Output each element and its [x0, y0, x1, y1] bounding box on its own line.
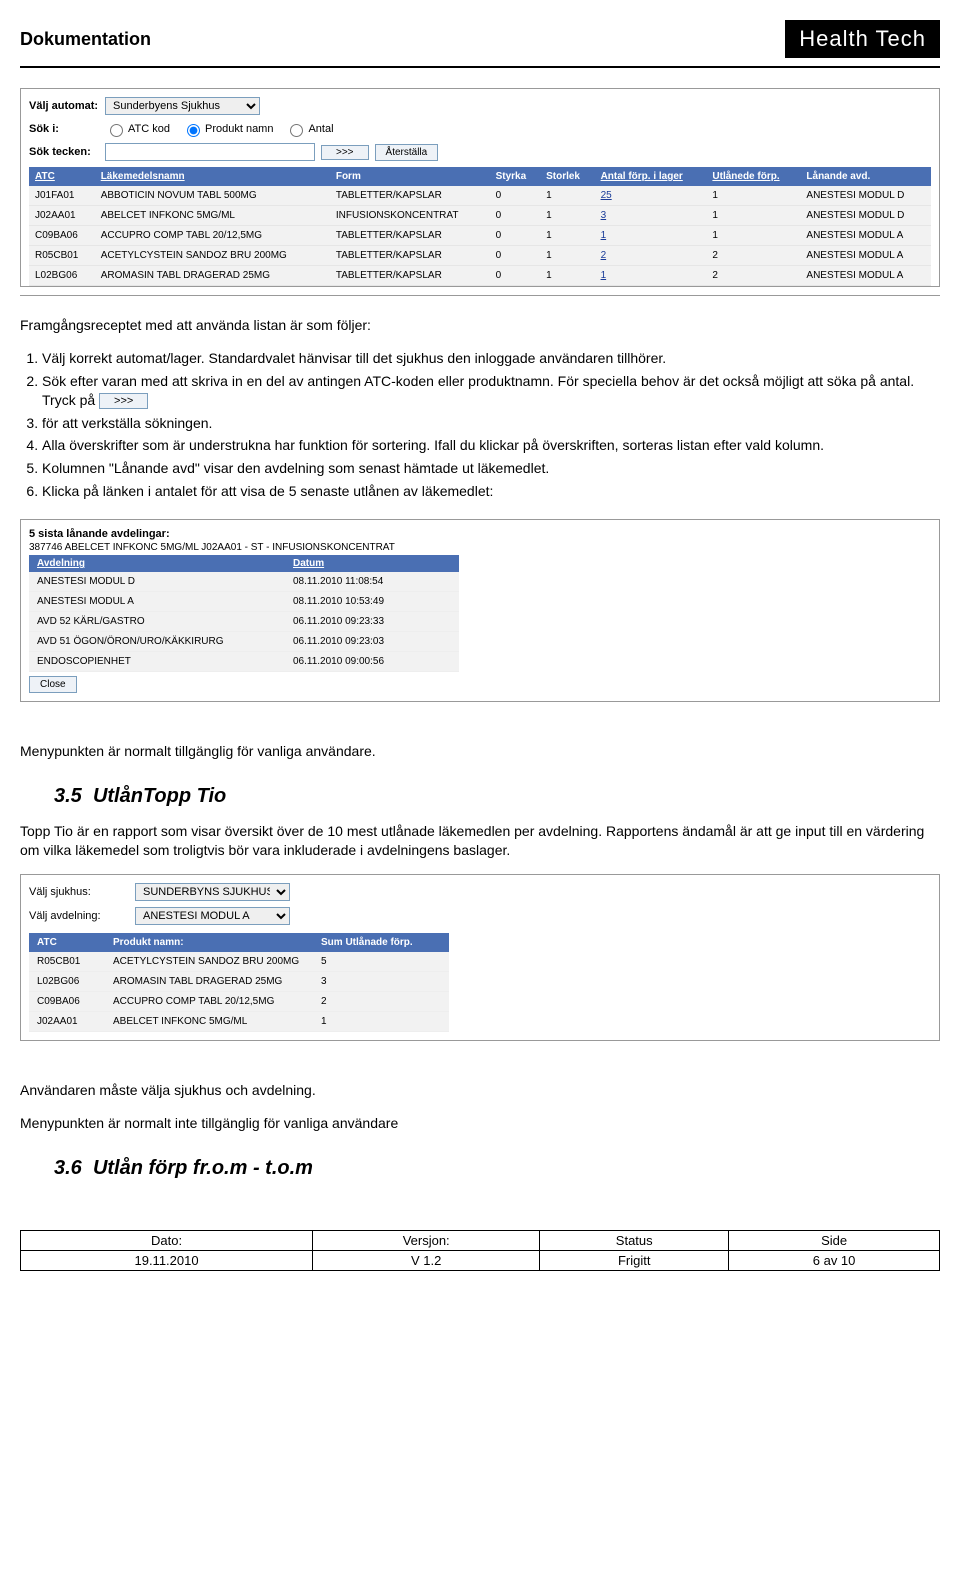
table-row: R05CB01ACETYLCYSTEIN SANDOZ BRU 200MG5: [29, 952, 449, 972]
loan-history-table: Avdelning Datum ANESTESI MODUL D08.11.20…: [29, 555, 459, 672]
table-row: ANESTESI MODUL A08.11.2010 10:53:49: [29, 592, 459, 612]
page-footer: Dato: Versjon: Status Side 19.11.2010 V …: [20, 1230, 940, 1271]
loan-history-item: 387746 ABELCET INFKONC 5MG/ML J02AA01 - …: [29, 542, 931, 553]
ftr-status-lbl: Status: [540, 1230, 729, 1250]
app-search-panel: Välj automat: Sunderbyens Sjukhus Sök i:…: [20, 88, 940, 287]
antal-link[interactable]: 2: [601, 250, 607, 261]
section-3-5-heading: 3.5 UtlånTopp Tio: [54, 785, 940, 808]
top10-panel: Välj sjukhus: SUNDERBYNS SJUKHUS Välj av…: [20, 874, 940, 1041]
table-row: ENDOSCOPIENHET06.11.2010 09:00:56: [29, 652, 459, 672]
loan-history-title: 5 sista lånande avdelingar:: [29, 528, 931, 540]
close-button[interactable]: Close: [29, 676, 77, 693]
ftr-version-lbl: Versjon:: [313, 1230, 540, 1250]
table-row: C09BA06ACCUPRO COMP TABL 20/12,5MGTABLET…: [29, 226, 931, 246]
antal-link[interactable]: 1: [601, 230, 607, 241]
ftr-side-val: 6 av 10: [729, 1250, 940, 1270]
automat-select[interactable]: Sunderbyens Sjukhus: [105, 97, 260, 115]
table-row: ANESTESI MODUL D08.11.2010 11:08:54: [29, 572, 459, 592]
table-row: AVD 52 KÄRL/GASTRO06.11.2010 09:23:33: [29, 612, 459, 632]
ftr-side-lbl: Side: [729, 1230, 940, 1250]
section-3-6-heading: 3.6 Utlån förp fr.o.m - t.o.m: [54, 1157, 940, 1180]
go-button[interactable]: >>>: [321, 145, 369, 160]
step-3: för att verkställa sökningen.: [42, 414, 940, 433]
search-input[interactable]: [105, 143, 315, 161]
step-1: Välj korrekt automat/lager. Standardvale…: [42, 349, 940, 368]
col-atc[interactable]: ATC: [29, 167, 95, 186]
radio-produkt[interactable]: Produkt namn: [182, 121, 273, 137]
step-4: Alla överskrifter som är understrukna ha…: [42, 436, 940, 455]
table-row: J01FA01ABBOTICIN NOVUM TABL 500MGTABLETT…: [29, 186, 931, 206]
intro-text: Framgångsreceptet med att använda listan…: [20, 316, 940, 335]
table-row: R05CB01ACETYLCYSTEIN SANDOZ BRU 200MGTAB…: [29, 246, 931, 266]
col-styrka: Styrka: [490, 167, 541, 186]
instructions-list: Välj korrekt automat/lager. Standardvale…: [42, 349, 940, 501]
col-antal[interactable]: Antal förp. i lager: [595, 167, 707, 186]
ftr-version-val: V 1.2: [313, 1250, 540, 1270]
table-row: L02BG06AROMASIN TABL DRAGERAD 25MG3: [29, 971, 449, 991]
col-namn[interactable]: Läkemedelsnamn: [95, 167, 330, 186]
results-table: ATC Läkemedelsnamn Form Styrka Storlek A…: [29, 167, 931, 286]
inline-go-button: >>>: [99, 393, 148, 410]
table-row: J02AA01ABELCET INFKONC 5MG/ML1: [29, 1011, 449, 1031]
step-2: Sök efter varan med att skriva in en del…: [42, 372, 940, 410]
top10-note1: Användaren måste välja sjukhus och avdel…: [20, 1081, 940, 1100]
sub-col-datum[interactable]: Datum: [285, 555, 459, 572]
availability-text: Menypunkten är normalt tillgänglig för v…: [20, 742, 940, 761]
ftr-status-val: Frigitt: [540, 1250, 729, 1270]
top10-table: ATC Produkt namn: Sum Utlånade förp. R05…: [29, 933, 449, 1032]
avdelning-label: Välj avdelning:: [29, 910, 129, 922]
sub-col-avd[interactable]: Avdelning: [29, 555, 285, 572]
radio-atc[interactable]: ATC kod: [105, 121, 170, 137]
top-col-sum: Sum Utlånade förp.: [313, 933, 449, 952]
col-utl[interactable]: Utlånede förp.: [706, 167, 800, 186]
table-row: L02BG06AROMASIN TABL DRAGERAD 25MGTABLET…: [29, 266, 931, 286]
table-row: AVD 51 ÖGON/ÖRON/URO/KÄKKIRURG06.11.2010…: [29, 632, 459, 652]
ftr-dato-val: 19.11.2010: [21, 1250, 313, 1270]
col-avd: Lånande avd.: [800, 167, 931, 186]
ftr-dato-lbl: Dato:: [21, 1230, 313, 1250]
top10-intro: Topp Tio är en rapport som visar översik…: [20, 822, 940, 860]
doc-title: Dokumentation: [20, 29, 151, 50]
radio-antal[interactable]: Antal: [285, 121, 333, 137]
col-storlek: Storlek: [540, 167, 594, 186]
brand-badge: Health Tech: [785, 20, 940, 58]
sjukhus-label: Välj sjukhus:: [29, 886, 129, 898]
step-6: Klicka på länken i antalet för att visa …: [42, 482, 940, 501]
col-form: Form: [330, 167, 490, 186]
table-row: J02AA01ABELCET INFKONC 5MG/MLINFUSIONSKO…: [29, 206, 931, 226]
avdelning-select[interactable]: ANESTESI MODUL A: [135, 907, 290, 925]
loan-history-panel: 5 sista lånande avdelingar: 387746 ABELC…: [20, 519, 940, 702]
sok-i-label: Sök i:: [29, 123, 99, 135]
antal-link[interactable]: 3: [601, 210, 607, 221]
top10-note2: Menypunkten är normalt inte tillgänglig …: [20, 1114, 940, 1133]
step-5: Kolumnen "Lånande avd" visar den avdelni…: [42, 459, 940, 478]
antal-link[interactable]: 1: [601, 270, 607, 281]
table-row: C09BA06ACCUPRO COMP TABL 20/12,5MG2: [29, 991, 449, 1011]
divider: [20, 295, 940, 296]
sok-tecken-label: Sök tecken:: [29, 146, 99, 158]
antal-link[interactable]: 25: [601, 190, 612, 201]
automat-label: Välj automat:: [29, 100, 99, 112]
top-col-atc: ATC: [29, 933, 105, 952]
page-header: Dokumentation Health Tech: [20, 20, 940, 68]
sjukhus-select[interactable]: SUNDERBYNS SJUKHUS: [135, 883, 290, 901]
reset-button[interactable]: Återställa: [375, 144, 439, 161]
top-col-prod: Produkt namn:: [105, 933, 313, 952]
